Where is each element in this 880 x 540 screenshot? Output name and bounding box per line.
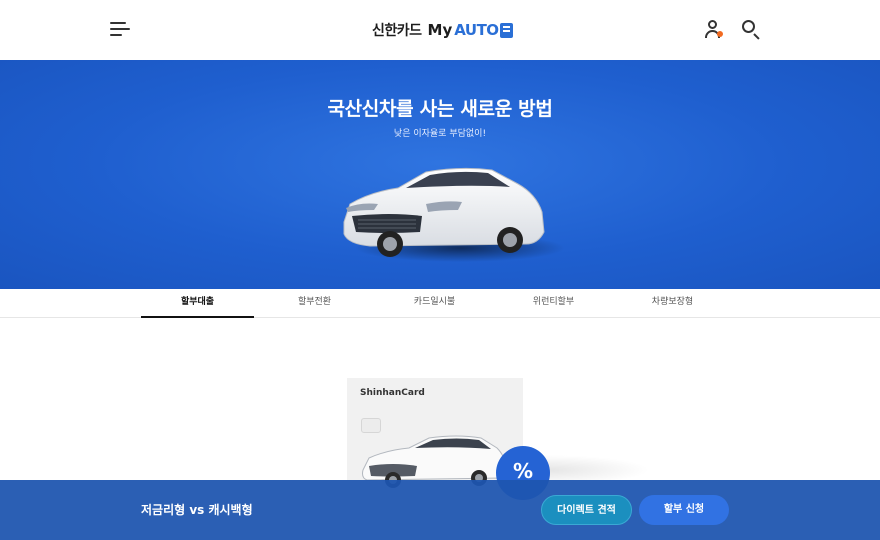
tab-vehicle-guarantee[interactable]: 차량보장형 [616, 289, 729, 318]
menu-icon[interactable] [110, 19, 132, 39]
product-tabs: 할부대출 할부전환 카드일시불 위런티할부 차량보장형 [0, 289, 880, 318]
tab-installment-conversion[interactable]: 할부전환 [258, 289, 371, 318]
logo-brand-korean: 신한카드 [372, 23, 422, 39]
site-header: 신한카드 My AUTO [0, 0, 880, 60]
hero-car-image [330, 160, 570, 270]
logo-auto: AUTO [454, 21, 499, 39]
direct-quote-button[interactable]: 다이렉트 견적 [541, 495, 632, 525]
user-icon[interactable] [704, 18, 726, 40]
comparison-title: 저금리형 vs 캐시백형 [141, 503, 253, 517]
search-icon[interactable] [740, 18, 762, 40]
logo-my: My [427, 21, 453, 39]
hero-title: 국산신차를 사는 새로운 방법 [327, 98, 553, 120]
tab-warranty-installment[interactable]: 위런티할부 [497, 289, 610, 318]
site-logo[interactable]: 신한카드 My AUTO [372, 18, 513, 42]
tab-installment-loan[interactable]: 할부대출 [141, 289, 254, 318]
bottom-action-bar: 저금리형 vs 캐시백형 다이렉트 견적 할부 신청 [0, 480, 880, 540]
card-brand: ShinhanCard [360, 388, 425, 398]
notification-dot [717, 31, 723, 37]
logo-mark-icon [499, 22, 513, 38]
apply-installment-button[interactable]: 할부 신청 [639, 495, 729, 525]
hero-subtitle: 낮은 이자율로 부담없이! [393, 129, 487, 139]
hero-banner: 국산신차를 사는 새로운 방법 낮은 이자율로 부담없이! [0, 60, 880, 289]
tab-card-lump-sum[interactable]: 카드일시불 [378, 289, 491, 318]
